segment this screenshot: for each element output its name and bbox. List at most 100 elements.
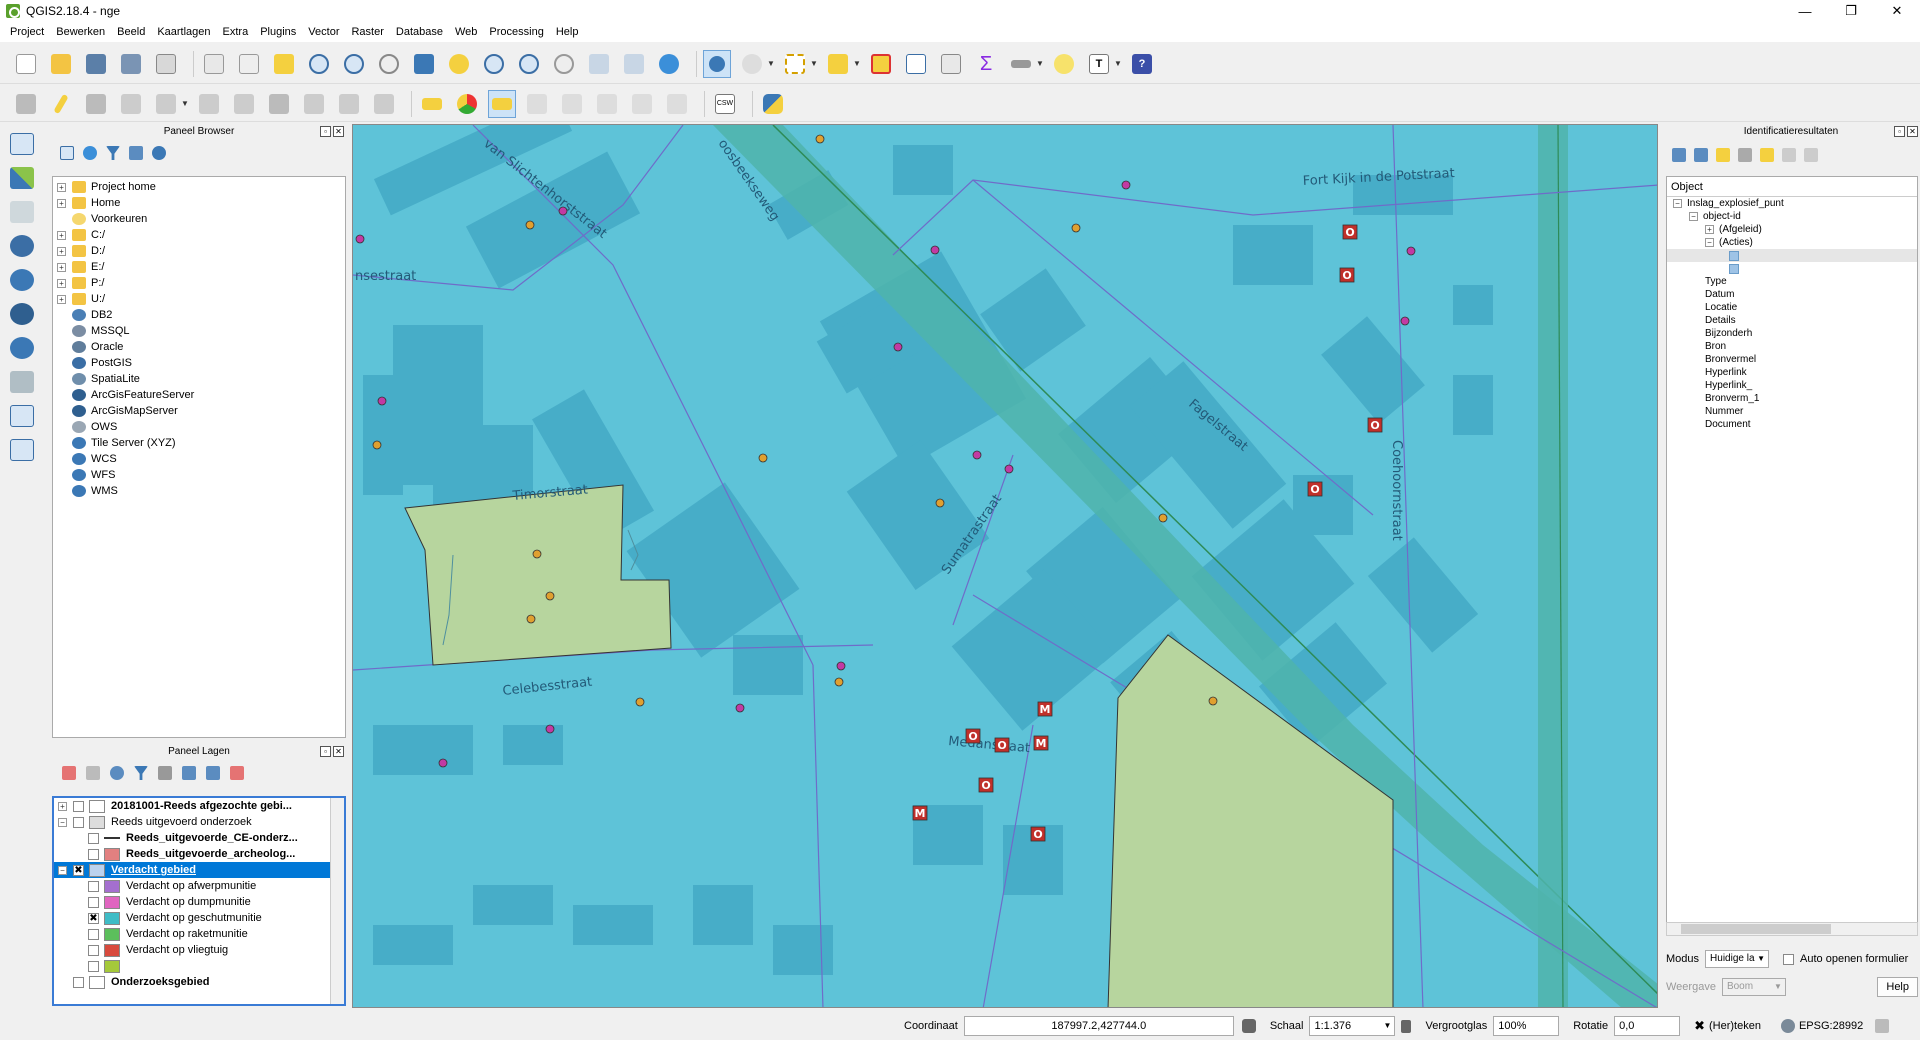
zoom-full-icon[interactable] xyxy=(410,50,438,78)
add-postgis-layer-icon[interactable] xyxy=(6,232,38,260)
layer-row[interactable]: Onderzoeksgebied xyxy=(54,974,344,990)
layer-visibility-checkbox[interactable] xyxy=(88,960,99,972)
remove-layer-icon[interactable] xyxy=(230,766,244,780)
collapse-all-icon[interactable] xyxy=(129,146,143,160)
browser-item[interactable]: WCS xyxy=(53,451,345,467)
identify-tree-row[interactable]: Type xyxy=(1667,275,1917,288)
expand-icon[interactable]: + xyxy=(57,294,66,304)
layer-visibility-checkbox[interactable] xyxy=(88,896,99,908)
select-by-value-icon[interactable] xyxy=(824,50,852,78)
new-shapefile-icon[interactable] xyxy=(6,402,38,430)
menu-extra[interactable]: Extra xyxy=(217,26,255,38)
browser-item[interactable]: Tile Server (XYZ) xyxy=(53,435,345,451)
layer-visibility-checkbox[interactable] xyxy=(73,976,84,988)
layers-scrollbar[interactable] xyxy=(330,798,344,1004)
field-calculator-icon[interactable] xyxy=(937,50,965,78)
close-panel-button[interactable]: ✕ xyxy=(1907,126,1918,137)
show-bookmarks-icon[interactable] xyxy=(620,50,648,78)
messages-icon[interactable] xyxy=(1875,1019,1890,1033)
zoom-next-icon[interactable] xyxy=(550,50,578,78)
action-icon[interactable] xyxy=(1729,250,1739,261)
statistics-sigma-icon[interactable]: Σ xyxy=(972,50,1000,78)
browser-item[interactable]: + C:/ xyxy=(53,227,345,243)
browser-tree[interactable]: + Project home + Home Voorkeuren + C:/ + D:/ + E:/… xyxy=(52,176,346,738)
layer-row[interactable]: Reeds_uitgevoerde_CE-onderz... xyxy=(54,830,344,846)
refresh-icon[interactable] xyxy=(655,50,683,78)
chevron-down-icon[interactable]: ▼ xyxy=(853,59,861,68)
browser-item[interactable]: Voorkeuren xyxy=(53,211,345,227)
filter-expression-icon[interactable] xyxy=(158,766,172,780)
identify-horizontal-scrollbar[interactable] xyxy=(1666,922,1918,936)
browser-item[interactable]: + Home xyxy=(53,195,345,211)
tree-header-object[interactable]: Object xyxy=(1667,177,1917,197)
layer-row[interactable]: +20181001-Reeds afgezochte gebi... xyxy=(54,798,344,814)
measure-icon[interactable] xyxy=(1007,50,1035,78)
menu-vector[interactable]: Vector xyxy=(302,26,345,38)
toggle-editing-icon[interactable] xyxy=(47,90,75,118)
identify-tree-row[interactable] xyxy=(1667,262,1917,275)
zoom-selection-icon[interactable] xyxy=(445,50,473,78)
chevron-down-icon[interactable]: ▼ xyxy=(1036,59,1044,68)
zoom-layer-icon[interactable] xyxy=(480,50,508,78)
browser-item[interactable]: SpatiaLite xyxy=(53,371,345,387)
pan-to-selection-icon[interactable] xyxy=(270,50,298,78)
view-select[interactable]: Boom ▼ xyxy=(1721,978,1786,996)
menu-bewerken[interactable]: Bewerken xyxy=(50,26,111,38)
identify-tree-row[interactable]: − object-id xyxy=(1667,210,1917,223)
identify-results-tree[interactable]: Object − Inslag_explosief_punt − object-id +… xyxy=(1666,176,1918,936)
zoom-out-icon[interactable] xyxy=(340,50,368,78)
expand-all-icon[interactable] xyxy=(182,766,196,780)
new-bookmark-icon[interactable] xyxy=(585,50,613,78)
map-tips-icon[interactable] xyxy=(1050,50,1078,78)
move-label-icon[interactable] xyxy=(558,90,586,118)
expand-icon[interactable]: + xyxy=(57,182,66,192)
identify-tree-row[interactable]: Locatie xyxy=(1667,301,1917,314)
layer-row[interactable] xyxy=(54,958,344,974)
expand-icon[interactable]: + xyxy=(1705,225,1714,234)
minimize-button[interactable]: — xyxy=(1782,0,1828,22)
text-annotation-icon[interactable]: T xyxy=(1085,50,1113,78)
identify-tree-row[interactable]: + (Afgeleid) xyxy=(1667,223,1917,236)
deselect-icon[interactable] xyxy=(867,50,895,78)
layer-visibility-checkbox[interactable] xyxy=(88,848,99,860)
layer-row[interactable]: Verdacht op dumpmunitie xyxy=(54,894,344,910)
scale-select[interactable]: 1:1.376 ▼ xyxy=(1309,1016,1396,1036)
add-wfs-layer-icon[interactable] xyxy=(6,334,38,362)
identify-tree-row[interactable]: Bijzonderh xyxy=(1667,327,1917,340)
identify-tree-row[interactable]: Bron xyxy=(1667,340,1917,353)
help-button[interactable]: Help xyxy=(1877,977,1918,997)
label-properties-icon[interactable] xyxy=(663,90,691,118)
crs-globe-icon[interactable] xyxy=(1780,1019,1795,1033)
menu-processing[interactable]: Processing xyxy=(483,26,549,38)
touch-icon[interactable] xyxy=(200,50,228,78)
float-panel-button[interactable]: ▫ xyxy=(320,126,331,137)
browser-item[interactable]: OWS xyxy=(53,419,345,435)
add-group-icon[interactable] xyxy=(86,766,100,780)
expand-icon[interactable]: + xyxy=(57,262,66,272)
lock-scale-icon[interactable] xyxy=(1401,1019,1412,1033)
vertex-tool-icon[interactable] xyxy=(152,90,180,118)
identify-tree-row[interactable]: Nummer xyxy=(1667,405,1917,418)
layer-row[interactable]: Verdacht op vliegtuig xyxy=(54,942,344,958)
style-manager-icon[interactable] xyxy=(62,766,76,780)
menu-web[interactable]: Web xyxy=(449,26,483,38)
menu-plugins[interactable]: Plugins xyxy=(254,26,302,38)
identify-tree-row[interactable]: Bronverm_1 xyxy=(1667,392,1917,405)
save-edits-icon[interactable] xyxy=(82,90,110,118)
layer-visibility-checkbox[interactable] xyxy=(73,816,84,828)
scrollbar-thumb[interactable] xyxy=(1681,924,1831,934)
csw-icon[interactable]: CSW xyxy=(711,90,739,118)
menu-raster[interactable]: Raster xyxy=(345,26,389,38)
identify-tree-row[interactable]: Details xyxy=(1667,314,1917,327)
browser-item[interactable]: Oracle xyxy=(53,339,345,355)
expand-icon[interactable]: + xyxy=(58,801,67,811)
identify-tree-row[interactable]: − (Acties) xyxy=(1667,236,1917,249)
render-checkbox[interactable]: ✖ xyxy=(1694,1018,1705,1034)
collapse-all-icon[interactable] xyxy=(206,766,220,780)
browser-item[interactable]: WMS xyxy=(53,483,345,499)
identify-tree-row[interactable]: Hyperlink_ xyxy=(1667,379,1917,392)
map-drawing[interactable]: van Slichtenhorststraat Fort Kijk in de P… xyxy=(353,125,1658,1008)
save-project-icon[interactable] xyxy=(82,50,110,78)
browser-item[interactable]: DB2 xyxy=(53,307,345,323)
pan-hand-icon[interactable] xyxy=(235,50,263,78)
